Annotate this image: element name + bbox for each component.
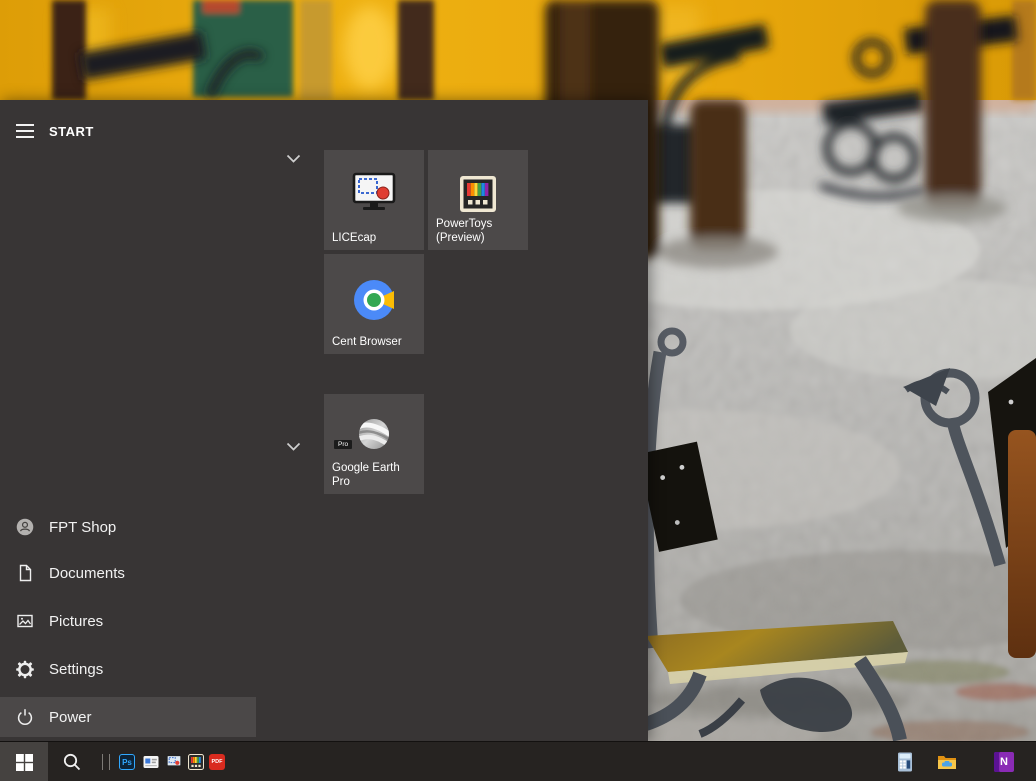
file-explorer-icon <box>937 752 957 772</box>
licecap-icon <box>324 172 424 214</box>
taskbar-separator <box>102 754 103 770</box>
photoshop-icon: Ps <box>119 754 135 770</box>
taskbar-app-onenote[interactable]: N <box>994 752 1014 772</box>
document-icon <box>16 564 34 582</box>
sidebar-item-documents[interactable]: Documents <box>0 553 260 593</box>
tile-cent-browser[interactable]: Cent Browser <box>324 254 424 354</box>
powertoys-icon <box>188 754 204 770</box>
calculator-icon <box>895 752 915 772</box>
taskbar-app-calculator[interactable] <box>895 752 915 772</box>
onenote-icon: N <box>994 752 1014 772</box>
pro-badge: Pro <box>334 440 352 449</box>
tile-label: LICEcap <box>332 231 418 245</box>
sidebar-item-label: Settings <box>49 661 103 678</box>
chevron-down-icon[interactable] <box>286 154 301 164</box>
licecap-icon <box>166 754 182 770</box>
sidebar-item-label: Pictures <box>49 613 103 630</box>
pictures-icon <box>16 612 34 630</box>
user-avatar-icon <box>16 518 34 536</box>
tile-label: Cent Browser <box>332 335 418 349</box>
start-button[interactable] <box>0 742 48 781</box>
pdf-icon: PDF <box>209 754 225 770</box>
desktop-screen: START LICEcap <box>0 0 1036 781</box>
hamburger-menu-icon[interactable] <box>16 124 34 138</box>
app-window-icon <box>143 754 159 770</box>
start-menu: START LICEcap <box>0 100 648 741</box>
tile-licecap[interactable]: LICEcap <box>324 150 424 250</box>
taskbar-app-photoshop[interactable]: Ps <box>119 754 135 770</box>
power-icon <box>16 708 34 726</box>
sidebar-item-label: Documents <box>49 565 125 582</box>
start-menu-title: START <box>49 124 94 139</box>
search-icon <box>62 752 82 772</box>
chevron-down-icon[interactable] <box>286 442 301 452</box>
taskbar-app-powertoys[interactable] <box>188 754 204 770</box>
start-menu-header: START <box>0 112 260 148</box>
cent-browser-icon <box>324 280 424 320</box>
taskbar: Ps <box>0 741 1036 781</box>
sidebar-item-settings[interactable]: Settings <box>0 649 260 689</box>
taskbar-app-window[interactable] <box>143 754 159 770</box>
gear-icon <box>16 660 34 678</box>
taskbar-app-licecap[interactable] <box>166 754 182 770</box>
google-earth-icon: Pro <box>324 418 424 454</box>
sidebar-item-label: Power <box>49 709 92 726</box>
tile-google-earth[interactable]: Pro Google Earth Pro <box>324 394 424 494</box>
sidebar-item-power[interactable]: Power <box>0 697 256 737</box>
sidebar-item-label: FPT Shop <box>49 519 116 536</box>
tile-label: PowerToys (Preview) <box>436 217 522 245</box>
tile-powertoys[interactable]: PowerToys (Preview) <box>428 150 528 250</box>
sidebar-item-user[interactable]: FPT Shop <box>0 507 260 547</box>
taskbar-app-file-explorer[interactable] <box>937 752 957 772</box>
taskbar-separator <box>109 754 110 770</box>
powertoys-icon <box>428 176 528 212</box>
taskbar-app-pdf[interactable]: PDF <box>209 754 225 770</box>
sidebar-item-pictures[interactable]: Pictures <box>0 601 260 641</box>
windows-logo-icon <box>16 754 33 771</box>
tile-label: Google Earth Pro <box>332 461 404 489</box>
search-button[interactable] <box>48 742 96 781</box>
